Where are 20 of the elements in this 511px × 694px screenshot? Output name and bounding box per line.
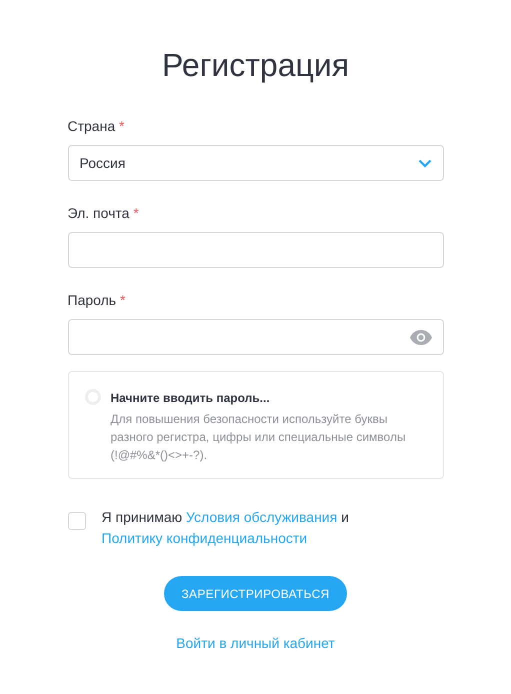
required-mark: * — [133, 205, 139, 222]
password-field[interactable] — [68, 319, 444, 356]
login-link[interactable]: Войти в личный кабинет — [176, 635, 335, 652]
field-label: Страна — [68, 118, 116, 134]
hint-text: Для повышения безопасности используйте буквы разного регистра, цифры или специальные символы (!@#%&*()<>+-?). — [110, 411, 407, 464]
required-mark: * — [119, 118, 124, 134]
hint-heading: Начните вводить пароль... — [110, 390, 271, 408]
terms-link[interactable]: Условия обслуживания — [186, 509, 338, 526]
chevron-down-icon — [418, 158, 432, 168]
email-field[interactable] — [68, 232, 444, 268]
consent-checkbox[interactable] — [68, 512, 86, 530]
country-select[interactable]: Россия — [68, 145, 444, 182]
field-label: Эл. почта — [68, 205, 130, 222]
eye-icon[interactable] — [410, 330, 432, 345]
terms-link[interactable]: Политику конфиденциальности — [102, 530, 308, 546]
register-button[interactable]: ЗАРЕГИСТРИРОВАТЬСЯ — [164, 576, 347, 612]
field-label: Пароль — [68, 292, 116, 308]
consent-text: Я принимаю Условия обслуживания и Политику конфиденциальности — [102, 508, 350, 548]
required-mark: * — [120, 292, 126, 308]
page-title: Регистрация — [160, 46, 350, 84]
